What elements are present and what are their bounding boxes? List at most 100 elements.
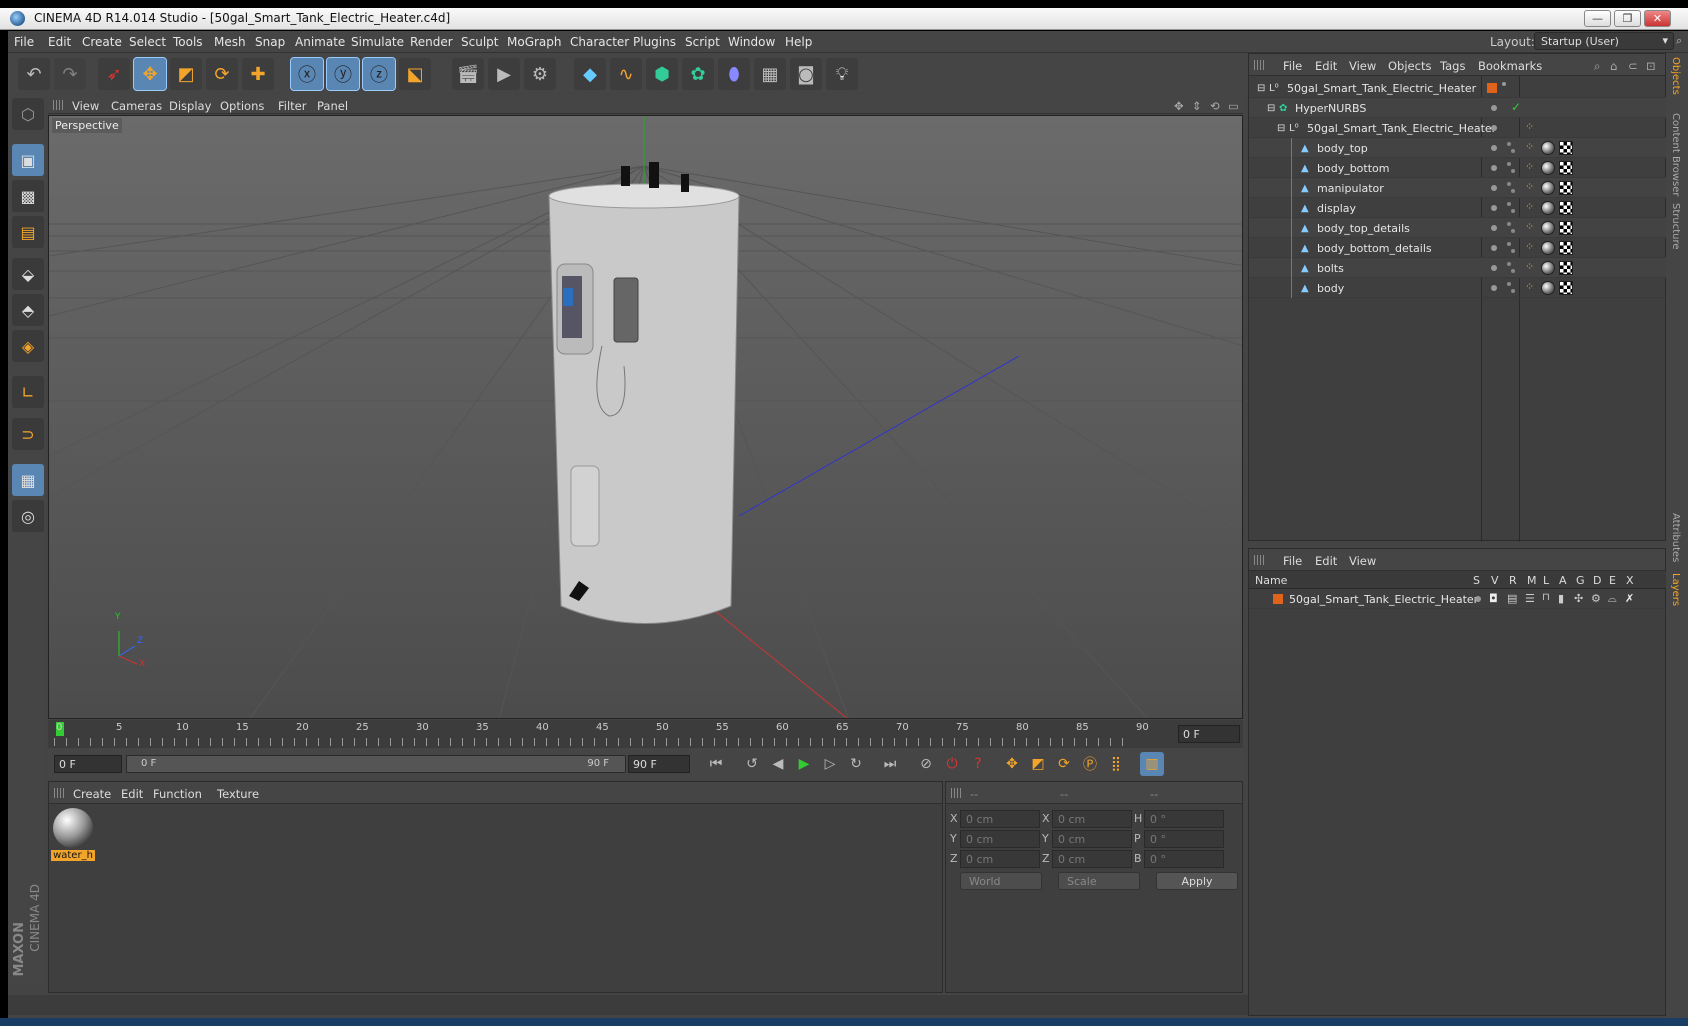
model-mode-button[interactable]: ▣ (12, 144, 44, 176)
checkmark-icon[interactable]: ✓ (1511, 100, 1521, 114)
edges-mode-button[interactable]: ⬘ (12, 294, 44, 326)
search-icon[interactable]: ⌕ (1594, 59, 1600, 74)
size-y-field[interactable]: 0 cm (1052, 830, 1132, 848)
objects-menu-edit[interactable]: Edit (1315, 59, 1337, 73)
record-keys-button[interactable]: ⊘ (914, 752, 938, 776)
visibility-dot[interactable] (1491, 145, 1497, 151)
solo-toggle[interactable] (1475, 596, 1481, 602)
rot-b-field[interactable]: 0 ° (1144, 850, 1224, 868)
add-tool-button[interactable]: ✚ (242, 58, 274, 90)
material-tag-icon[interactable] (1541, 261, 1555, 275)
nurbs-button[interactable]: ⬢ (646, 58, 678, 90)
rot-p-field[interactable]: 0 ° (1144, 830, 1224, 848)
render-dot[interactable] (1507, 182, 1511, 186)
render-settings-button[interactable]: ⚙ (524, 58, 556, 90)
viewport-maximize-icon[interactable]: ▭ (1228, 99, 1239, 113)
material-tag-icon[interactable] (1541, 241, 1555, 255)
visibility-dot[interactable] (1491, 125, 1497, 131)
object-row[interactable]: ▲ body_top_details ⁘ (1249, 218, 1667, 238)
uvw-tag-icon[interactable] (1559, 181, 1573, 195)
workplane-button[interactable]: ▤ (12, 216, 44, 248)
layers-menu-view[interactable]: View (1349, 554, 1376, 568)
render-dot[interactable] (1507, 242, 1511, 246)
close-button[interactable]: ✕ (1644, 10, 1671, 27)
render-dot[interactable] (1511, 149, 1515, 153)
3d-viewport[interactable]: Y Z X (48, 115, 1243, 719)
key-pla-button[interactable]: ⣿ (1104, 752, 1128, 776)
scale-tool-button[interactable]: ◩ (170, 58, 202, 90)
tab-content-browser[interactable]: Content Browser (1670, 113, 1681, 196)
viewport-move-icon[interactable]: ✥ (1174, 99, 1184, 113)
viewport-zoom-icon[interactable]: ⇕ (1192, 99, 1202, 113)
uvw-tag-icon[interactable] (1559, 261, 1573, 275)
coordinate-system-button[interactable]: ⬕ (399, 58, 431, 90)
layout-dropdown[interactable]: Startup (User) ▾ (1534, 32, 1674, 50)
water-heater-model[interactable] (548, 162, 740, 624)
object-row[interactable]: ▲ body_top ⁘ (1249, 138, 1667, 158)
viewport-menu-options[interactable]: Options (220, 99, 264, 113)
uvw-tag-icon[interactable] (1559, 161, 1573, 175)
timeline-ruler[interactable]: 0 5 10 15 20 25 30 35 40 45 50 55 60 65 70 75 80 85 90 0 F (48, 720, 1243, 748)
camera-button[interactable]: ◙ (790, 58, 822, 90)
restore-button[interactable]: ❐ (1614, 10, 1641, 27)
menu-sculpt[interactable]: Sculpt (461, 35, 498, 49)
objects-menu-file[interactable]: File (1283, 59, 1302, 73)
render-dot[interactable] (1507, 222, 1511, 226)
snap-button[interactable]: ▦ (12, 464, 44, 496)
render-dot[interactable] (1511, 269, 1515, 273)
deformer-button[interactable]: ⬮ (718, 58, 750, 90)
play-button[interactable]: ▶ (792, 752, 816, 776)
material-menu-function[interactable]: Function (153, 787, 202, 801)
uvw-tag-icon[interactable] (1559, 241, 1573, 255)
live-selection-button[interactable]: ➶ (98, 58, 130, 90)
material-tag-icon[interactable] (1541, 181, 1555, 195)
key-scale-button[interactable]: ◩ (1026, 752, 1050, 776)
menu-file[interactable]: File (14, 35, 34, 49)
render-dot[interactable] (1507, 162, 1511, 166)
material-tag-icon[interactable] (1541, 201, 1555, 215)
rot-h-field[interactable]: 0 ° (1144, 810, 1224, 828)
menu-select[interactable]: Select (129, 35, 166, 49)
collapse-icon[interactable]: ⊟ (1267, 103, 1275, 114)
tab-objects[interactable]: Objects (1670, 57, 1681, 95)
object-row[interactable]: ⊟ ✿ HyperNURBS ✓ (1249, 98, 1667, 118)
object-row[interactable]: ⊟ L⁰ 50gal_Smart_Tank_Electric_Heater (1249, 78, 1667, 98)
coordinate-space-dropdown[interactable]: World (960, 872, 1042, 890)
make-editable-button[interactable]: ⬡ (12, 98, 44, 130)
keyframe-selection-button[interactable]: ? (966, 752, 990, 776)
timeline-scheme-button[interactable]: ▥ (1140, 752, 1164, 776)
pos-y-field[interactable]: 0 cm (960, 830, 1040, 848)
visibility-dot[interactable] (1491, 265, 1497, 271)
y-axis-button[interactable]: ⓨ (326, 57, 360, 91)
menu-tools[interactable]: Tools (173, 35, 203, 49)
search-icon[interactable]: ⌕ (1676, 34, 1682, 48)
visibility-dot[interactable] (1491, 205, 1497, 211)
phong-tag-icon[interactable]: ⁘ (1525, 120, 1534, 133)
phong-tag-icon[interactable]: ⁘ (1525, 220, 1534, 233)
panel-grip[interactable] (1254, 555, 1264, 565)
floor-button[interactable]: ▦ (754, 58, 786, 90)
render-dot[interactable] (1511, 169, 1515, 173)
menu-snap[interactable]: Snap (255, 35, 285, 49)
render-dot[interactable] (1511, 209, 1515, 213)
layer-color-swatch[interactable] (1273, 594, 1283, 604)
animation-icon[interactable]: ▮ (1558, 592, 1564, 605)
go-to-end-button[interactable]: ⏭ (878, 752, 902, 776)
uvw-tag-icon[interactable] (1559, 141, 1573, 155)
visibility-dot[interactable] (1491, 225, 1497, 231)
menu-simulate[interactable]: Simulate (351, 35, 404, 49)
layers-menu-file[interactable]: File (1283, 554, 1302, 568)
render-dot[interactable] (1507, 202, 1511, 206)
object-row[interactable]: ▲ bolts ⁘ (1249, 258, 1667, 278)
layer-color-swatch[interactable] (1487, 83, 1497, 93)
key-position-button[interactable]: ✥ (1000, 752, 1024, 776)
home-icon[interactable]: ⌂ (1610, 59, 1617, 73)
object-row[interactable]: ▲ body_bottom ⁘ (1249, 158, 1667, 178)
previous-frame-button[interactable]: ◀ (766, 752, 790, 776)
manager-icon[interactable]: ☰ (1525, 592, 1535, 605)
viewport-menu-cameras[interactable]: Cameras (111, 99, 162, 113)
objects-menu-bookmarks[interactable]: Bookmarks (1478, 59, 1542, 73)
viewport-menu-display[interactable]: Display (169, 99, 211, 113)
spline-button[interactable]: ∿ (610, 58, 642, 90)
phong-tag-icon[interactable]: ⁘ (1525, 200, 1534, 213)
